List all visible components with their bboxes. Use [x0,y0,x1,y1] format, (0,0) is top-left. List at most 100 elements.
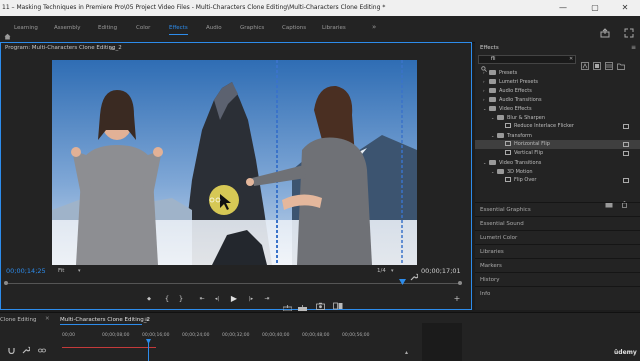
effects-bin[interactable]: ⌄ 3D Motion [475,167,640,176]
minimize-button[interactable]: — [552,0,574,16]
32bit-effects-icon[interactable] [593,55,601,70]
play-button[interactable]: ▶ [229,294,239,304]
effects-bin[interactable]: › Audio Effects [475,86,640,95]
go-to-in-button[interactable]: ⇤ [197,294,207,304]
effect-item[interactable]: Horizontal Flip [475,140,640,149]
effects-bin[interactable]: ⌄ Blur & Sharpen [475,113,640,122]
folder-icon [497,169,504,174]
accelerated-badge-icon [623,151,629,156]
panel-section-label: Info [480,291,491,297]
accelerated-effects-icon[interactable] [581,55,589,70]
extract-icon[interactable] [298,296,307,311]
step-forward-button[interactable]: |▸ [246,294,256,304]
scrub-in-handle[interactable] [4,281,8,285]
ruler-tick-label: 00;00;48;00 [302,333,330,338]
add-marker-button[interactable]: ◆ [144,294,154,304]
workspace-tab-effects[interactable]: Effects [169,25,188,35]
program-total-timecode: 00;00;17;01 [421,267,461,275]
go-to-out-button[interactable]: ⇥ [262,294,272,304]
folder-icon [497,133,504,138]
workspace-tab-color[interactable]: Color [136,25,150,31]
lift-icon[interactable] [282,296,293,312]
panel-section-lumetri-color[interactable]: Lumetri Color [475,230,640,245]
delete-icon[interactable] [621,193,628,208]
folder-icon [497,115,504,120]
effect-label: Reduce Interlace Flicker [514,123,574,129]
workspace-tab-captions[interactable]: Captions [282,25,306,31]
close-button[interactable]: ✕ [614,0,636,16]
new-custom-bin-icon[interactable] [605,193,613,208]
program-current-timecode[interactable]: 00;00;14;25 [6,267,46,275]
maximize-button[interactable]: ▢ [584,0,606,16]
close-tab-icon[interactable]: ✕ [45,316,50,322]
fullscreen-icon[interactable] [624,23,634,38]
zoom-fit-select[interactable]: Fit [58,268,64,274]
panel-section-label: Essential Graphics [480,207,531,213]
workspace-tab-learning[interactable]: Learning [14,25,38,31]
mark-out-button[interactable]: } [176,294,186,304]
folder-icon [489,106,496,111]
panel-section-libraries[interactable]: Libraries [475,244,640,259]
effects-bin[interactable]: › Lumetri Presets [475,77,640,86]
effect-label: Blur & Sharpen [507,115,546,121]
resolution-dropdown-icon[interactable]: ▾ [391,268,394,274]
effect-label: Flip Over [514,177,537,183]
timeline-playhead-line [148,343,149,361]
workspaces-more-button[interactable]: » [372,23,376,31]
workspace-tab-editing[interactable]: Editing [98,25,117,31]
export-frame-camera-icon[interactable] [316,295,325,310]
fit-dropdown-icon[interactable]: ▾ [78,268,81,274]
snap-magnet-icon[interactable] [8,339,15,355]
ruler-tick-label: 00;00;56;00 [342,333,370,338]
mark-in-button[interactable]: { [162,294,172,304]
effects-bin[interactable]: › Presets [475,68,640,77]
new-bin-icon[interactable] [617,55,625,70]
effect-icon [505,123,511,128]
comparison-view-icon[interactable] [333,295,343,310]
effects-bin[interactable]: ⌄ Video Transitions [475,158,640,167]
effect-label: Audio Transitions [499,97,542,103]
linked-selection-icon[interactable] [38,339,46,353]
panel-section-markers[interactable]: Markers [475,258,640,273]
scroll-up-icon[interactable]: ▴ [405,349,408,356]
program-scrub-bar[interactable] [6,283,462,284]
effects-bin[interactable]: ⌄ Transform [475,131,640,140]
timeline-panel-menu[interactable]: ≡ [144,316,149,323]
effect-item[interactable]: Flip Over [475,176,640,185]
panel-section-info[interactable]: Info [475,286,640,301]
home-icon[interactable] [4,25,11,40]
program-video-frame[interactable] [52,60,417,265]
effect-item[interactable]: Vertical Flip [475,149,640,158]
program-panel-menu[interactable]: ≡ [109,45,114,52]
effects-bin[interactable]: › Audio Transitions [475,95,640,104]
effect-item[interactable]: Reduce Interlace Flicker [475,122,640,131]
panel-section-essential-sound[interactable]: Essential Sound [475,216,640,231]
folder-icon [489,160,496,165]
folder-icon [489,79,496,84]
timeline-tab-active[interactable]: Multi-Characters Clone Editing_2 [60,317,150,323]
scrub-out-handle[interactable] [458,281,462,285]
yuv-effects-icon[interactable] [605,55,613,70]
button-editor-add[interactable]: + [452,294,462,304]
workspace-tab-graphics[interactable]: Graphics [240,25,264,31]
share-icon[interactable] [600,23,610,38]
ruler-tick-label: 00;00;32;00 [222,333,250,338]
clear-search-icon[interactable]: ✕ [569,56,573,62]
wrench-icon[interactable] [410,266,419,281]
workspace-tab-libraries[interactable]: Libraries [322,25,346,31]
effect-label: Video Effects [499,106,532,112]
accelerated-badge-icon [623,124,629,129]
timeline-tab-clone-editing[interactable]: Clone Editing [0,317,37,323]
step-back-button[interactable]: ◂| [212,294,222,304]
effect-icon [505,177,511,182]
panel-section-essential-graphics[interactable]: Essential Graphics [475,202,640,217]
effects-bin[interactable]: ⌄ Video Effects [475,104,640,113]
effects-search-input[interactable]: fli [478,55,576,72]
workspace-tab-assembly[interactable]: Assembly [54,25,81,31]
resolution-select[interactable]: 1/4 [377,268,386,274]
timeline-wrench-icon[interactable] [22,339,31,354]
workspace-tab-audio[interactable]: Audio [206,25,222,31]
panel-section-history[interactable]: History [475,272,640,287]
effects-panel-menu[interactable]: ≡ [631,44,636,51]
accelerated-badge-icon [623,142,629,147]
